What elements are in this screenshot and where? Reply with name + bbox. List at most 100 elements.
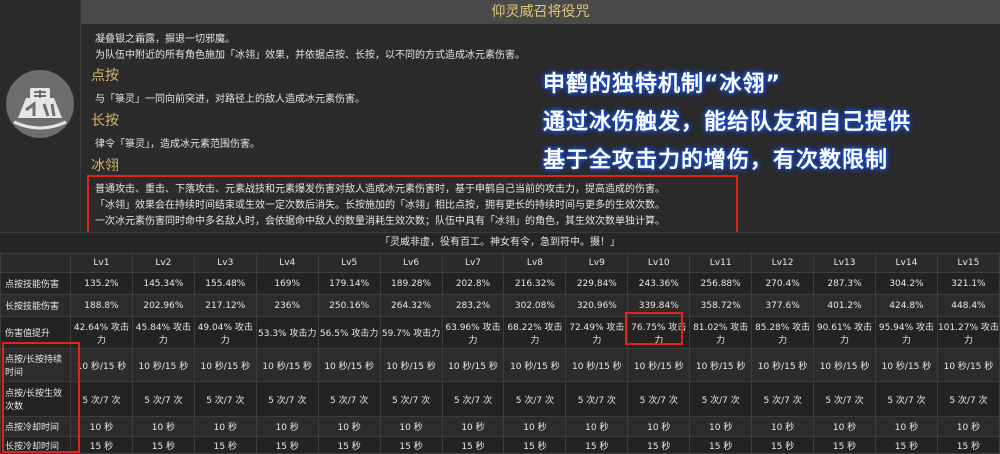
- table-cell: 56.5% 攻击力: [317, 316, 381, 349]
- table-cell: 5 次/7 次: [441, 381, 505, 417]
- table-cell: 320.96%: [565, 294, 629, 317]
- table-cell: 145.34%: [131, 272, 195, 295]
- annotation-line-3: 基于全攻击力的增伤，有次数限制: [543, 148, 889, 173]
- table-cell: 10 秒: [317, 416, 381, 437]
- level-header-lv5: Lv5: [317, 253, 381, 273]
- table-cell: 202.96%: [131, 294, 195, 317]
- table-cell: 10 秒/15 秒: [193, 348, 257, 382]
- table-cell: 15 秒: [317, 436, 381, 454]
- table-cell: 401.2%: [813, 294, 876, 317]
- table-cell: 5 次/7 次: [193, 381, 257, 417]
- level-header-lv12: Lv12: [751, 253, 815, 273]
- table-cell: 45.84% 攻击力: [131, 316, 195, 349]
- table-cell: 302.08%: [503, 294, 567, 317]
- level-header-lv14: Lv14: [874, 253, 938, 273]
- table-cell: 49.04% 攻击力: [193, 316, 257, 349]
- level-header-lv6: Lv6: [379, 253, 443, 273]
- table-cell: 15 秒: [565, 436, 629, 454]
- skill-icon-cell: [0, 0, 81, 232]
- table-row: 长按冷却时间 15 秒 15 秒 15 秒 15 秒 15 秒 15 秒 15 秒 15 秒 15…: [0, 436, 1000, 454]
- lv10-dmg-bonus-highlight-box: [625, 312, 683, 345]
- table-cell: 135.2%: [70, 272, 133, 295]
- table-cell: 424.8%: [874, 294, 938, 317]
- table-cell: 179.14%: [317, 272, 381, 295]
- table-cell: 10 秒: [813, 416, 876, 437]
- row-label: 长按技能伤害: [0, 294, 71, 317]
- table-cell: 5 次/7 次: [255, 381, 319, 417]
- table-cell: 15 秒: [131, 436, 195, 454]
- table-row: 点按/长按持续时间 10 秒/15 秒 10 秒/15 秒 10 秒/15 秒 10 秒…: [0, 348, 1000, 382]
- annotation-line-2: 通过冰伤触发，能给队友和自己提供: [543, 110, 912, 135]
- table-cell: 10 秒/15 秒: [689, 348, 753, 382]
- table-cell: 10 秒: [193, 416, 257, 437]
- table-cell: 59.7% 攻击力: [379, 316, 443, 349]
- table-row: 伤害值提升 42.64% 攻击力 45.84% 攻击力 49.04% 攻击力 53.3%…: [0, 316, 1000, 349]
- table-cell: 10 秒/15 秒: [936, 348, 1000, 382]
- intro-line-1: 凝叠银之霜露，摒退一切邪魔。: [95, 34, 235, 45]
- table-cell: 243.36%: [627, 272, 691, 295]
- table-cell: 63.96% 攻击力: [441, 316, 505, 349]
- table-cell: 15 秒: [441, 436, 505, 454]
- cooldown-labels-highlight-box: [2, 342, 80, 453]
- table-cell: 10 秒: [131, 416, 195, 437]
- table-cell: 10 秒: [751, 416, 815, 437]
- table-cell: 217.12%: [193, 294, 257, 317]
- level-header-lv3: Lv3: [193, 253, 257, 273]
- table-cell: 15 秒: [255, 436, 319, 454]
- table-cell: 10 秒: [936, 416, 1000, 437]
- table-cell: 10 秒/15 秒: [379, 348, 443, 382]
- table-cell: 5 次/7 次: [689, 381, 753, 417]
- level-header-lv10: Lv10: [627, 253, 691, 273]
- skill-page: 仰灵威召将役咒 凝叠银之霜露，摒退一切邪魔。 为队伍中附近的所有角色施加「冰翎」…: [0, 0, 1000, 454]
- table-cell: 321.1%: [936, 272, 1000, 295]
- table-cell: 81.02% 攻击力: [689, 316, 753, 349]
- table-cell: 287.3%: [813, 272, 876, 295]
- skill-icon: [6, 70, 74, 138]
- table-cell: 10 秒/15 秒: [874, 348, 938, 382]
- table-cell: 72.49% 攻击力: [565, 316, 629, 349]
- table-cell: 10 秒: [379, 416, 443, 437]
- skill-title: 仰灵威召将役咒: [81, 0, 1000, 24]
- table-cell: 188.8%: [70, 294, 133, 317]
- table-row: 点按冷却时间 10 秒 10 秒 10 秒 10 秒 10 秒 10 秒 10 秒 10 秒 10…: [0, 416, 1000, 437]
- table-cell: 5 次/7 次: [936, 381, 1000, 417]
- hold-heading: 长按: [91, 113, 119, 129]
- table-cell: 270.4%: [751, 272, 815, 295]
- table-cell: 53.3% 攻击力: [255, 316, 319, 349]
- skill-scaling-table: Lv1 Lv2 Lv3 Lv4 Lv5 Lv6 Lv7 Lv8 Lv9 Lv10 Lv11 Lv12 L…: [0, 253, 1000, 454]
- table-cell: 10 秒: [441, 416, 505, 437]
- table-cell: 10 秒: [627, 416, 691, 437]
- table-cell: 90.61% 攻击力: [813, 316, 876, 349]
- table-cell: 283.2%: [441, 294, 505, 317]
- table-cell: 216.32%: [503, 272, 567, 295]
- hold-text: 律令「箓灵」，造成冰元素范围伤害。: [95, 139, 260, 150]
- table-cell: 10 秒/15 秒: [627, 348, 691, 382]
- table-cell: 202.8%: [441, 272, 505, 295]
- level-header-lv2: Lv2: [131, 253, 195, 273]
- icy-quill-heading: 冰翎: [91, 158, 119, 174]
- table-body: 点按技能伤害 135.2% 145.34% 155.48% 169% 179.14% 189…: [0, 272, 1000, 454]
- table-cell: 101.27% 攻击力: [936, 316, 1000, 349]
- table-cell: 229.84%: [565, 272, 629, 295]
- level-header-lv8: Lv8: [503, 253, 567, 273]
- table-cell: 5 次/7 次: [317, 381, 381, 417]
- level-header-row: Lv1 Lv2 Lv3 Lv4 Lv5 Lv6 Lv7 Lv8 Lv9 Lv10 Lv11 Lv12 L…: [0, 253, 1000, 273]
- level-header-lv9: Lv9: [565, 253, 629, 273]
- table-cell: 155.48%: [193, 272, 257, 295]
- table-cell: 15 秒: [936, 436, 1000, 454]
- table-cell: 15 秒: [193, 436, 257, 454]
- table-cell: 189.28%: [379, 272, 443, 295]
- table-cell: 15 秒: [379, 436, 443, 454]
- table-cell: 10 秒/15 秒: [441, 348, 505, 382]
- table-cell: 5 次/7 次: [131, 381, 195, 417]
- table-cell: 264.32%: [379, 294, 443, 317]
- table-cell: 10 秒/15 秒: [131, 348, 195, 382]
- press-heading: 点按: [91, 68, 119, 84]
- table-cell: 15 秒: [503, 436, 567, 454]
- table-cell: 15 秒: [751, 436, 815, 454]
- table-cell: 15 秒: [874, 436, 938, 454]
- level-header-lv11: Lv11: [689, 253, 753, 273]
- table-cell: 5 次/7 次: [379, 381, 443, 417]
- table-cell: 448.4%: [936, 294, 1000, 317]
- table-cell: 10 秒/15 秒: [317, 348, 381, 382]
